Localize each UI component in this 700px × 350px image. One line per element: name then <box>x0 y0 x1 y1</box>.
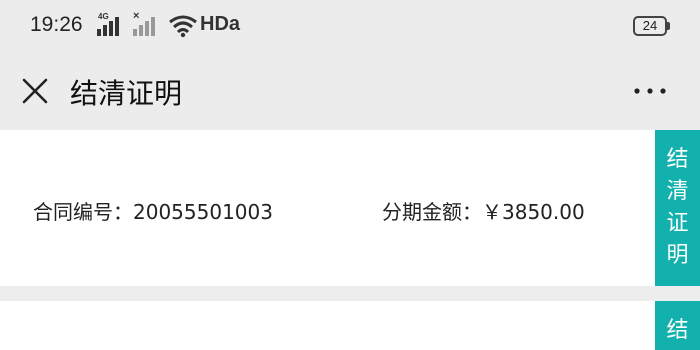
button-char: 清 <box>666 179 689 204</box>
button-char: 结 <box>666 318 689 343</box>
amount-label: 分期金额： <box>382 200 482 224</box>
status-time: 19:26 <box>30 13 83 36</box>
button-char: 结 <box>666 147 689 172</box>
nav-bar: 结清证明 <box>0 52 700 130</box>
signal-icon <box>97 14 125 36</box>
button-char: 明 <box>666 243 689 268</box>
signal-weak-icon <box>133 14 161 36</box>
more-button[interactable] <box>630 74 670 108</box>
battery-icon: 24 <box>633 16 667 36</box>
battery-nub <box>667 22 670 30</box>
record-card: 合同编号：20055501003 分期金额：￥3850.00 <box>0 130 700 286</box>
settlement-proof-button[interactable]: 结 <box>655 301 700 350</box>
battery-level: 24 <box>642 18 658 33</box>
settlement-proof-button[interactable]: 结 清 证 明 <box>655 130 700 286</box>
contract-label: 合同编号： <box>33 200 133 224</box>
record-card <box>0 301 700 350</box>
installment-amount: 分期金额：￥3850.00 <box>382 196 585 225</box>
more-horizontal-icon <box>634 88 666 94</box>
contract-number: 合同编号：20055501003 <box>33 196 273 225</box>
page-title: 结清证明 <box>70 77 183 110</box>
close-button[interactable] <box>18 74 52 108</box>
contract-value: 20055501003 <box>133 200 273 224</box>
wifi-icon <box>169 15 197 38</box>
button-char: 证 <box>666 211 689 236</box>
status-bar: 19:26 4G × HDa 24 <box>0 0 700 52</box>
amount-value: ￥3850.00 <box>482 200 585 224</box>
close-icon <box>22 78 48 104</box>
hd-label: HDa <box>200 13 241 35</box>
